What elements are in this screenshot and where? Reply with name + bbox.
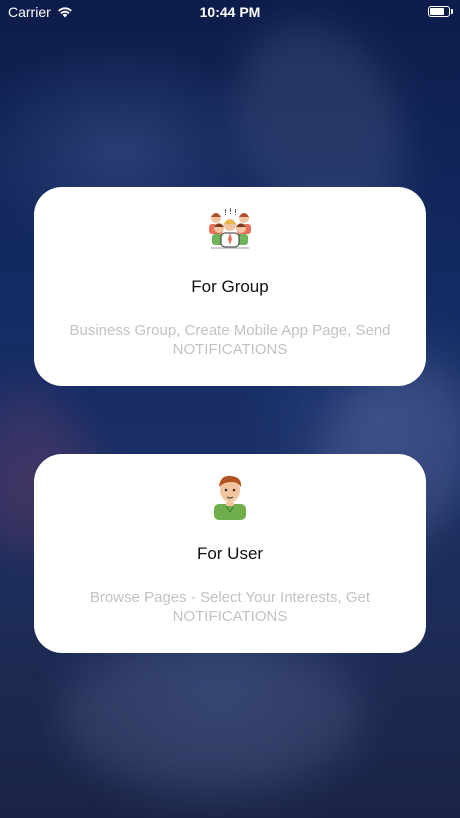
svg-text:!: ! <box>229 207 232 216</box>
card-title: For User <box>196 544 264 563</box>
card-title: For Group <box>191 277 269 296</box>
card-description: Business Group, Create Mobile App Page, … <box>69 322 391 358</box>
screen: Carrier 10:44 PM ! ! ! For Group Busines… <box>0 0 460 818</box>
for-user-card[interactable]: For User Browse Pages - Select Your Inte… <box>34 454 426 653</box>
status-time: 10:44 PM <box>199 4 261 20</box>
user-person-icon <box>34 472 426 522</box>
card-description: Browse Pages - Select Your Interests, Ge… <box>89 589 371 625</box>
group-people-icon: ! ! ! <box>34 205 426 253</box>
status-bar: Carrier 10:44 PM <box>0 0 460 26</box>
battery-icon <box>428 6 453 17</box>
battery-fill <box>430 8 444 15</box>
background-blur <box>60 640 360 790</box>
battery-tip <box>451 9 453 14</box>
svg-text:!: ! <box>224 208 227 217</box>
svg-text:!: ! <box>234 208 237 217</box>
for-group-card[interactable]: ! ! ! For Group Business Group, Create M… <box>34 187 426 386</box>
